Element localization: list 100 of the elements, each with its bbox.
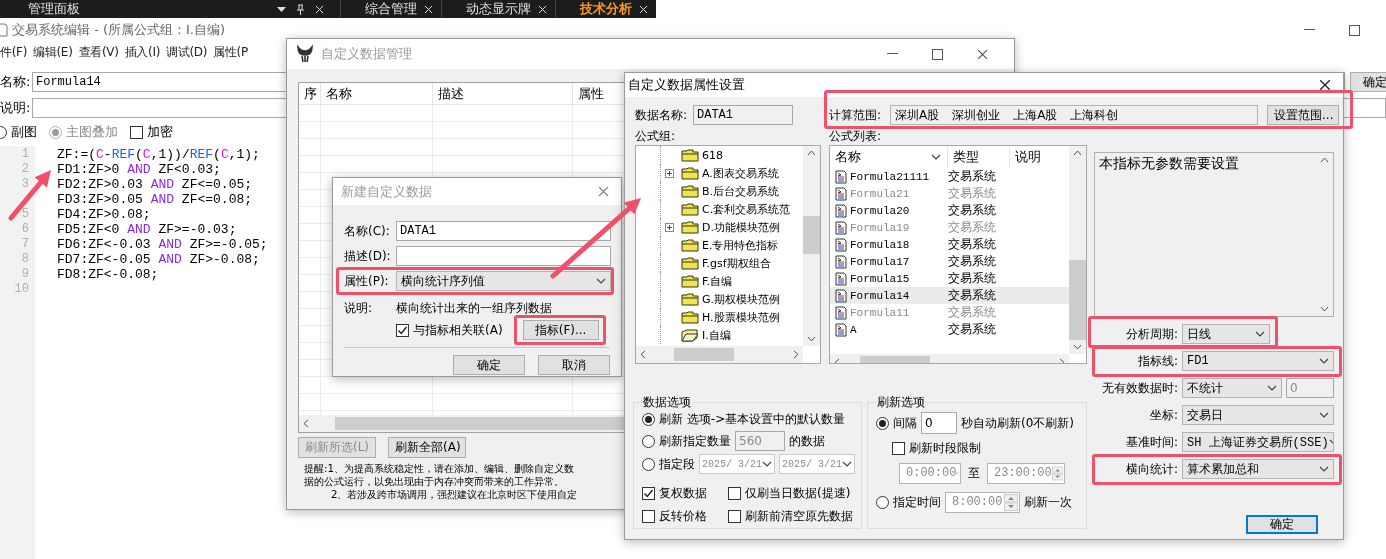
formula-row[interactable]: Formula21111 交易系统 <box>830 168 1069 185</box>
checkbox-label: 刷新时段限制 <box>909 439 981 457</box>
tree-item[interactable]: I.自编 <box>700 327 731 343</box>
tree-item[interactable]: G.期权模块范例 <box>700 291 781 307</box>
dropdown[interactable]: FD1 <box>1182 351 1334 371</box>
interval-field[interactable]: 0 <box>921 412 957 434</box>
dropdown[interactable]: 日线 <box>1182 324 1270 344</box>
scroll-down-icon[interactable] <box>1320 306 1329 312</box>
tab[interactable]: 综合管理 <box>340 0 441 18</box>
spin-buttons-icon[interactable] <box>1051 464 1063 482</box>
formula-row[interactable]: Formula18 交易系统 <box>830 236 1069 253</box>
tab[interactable]: 动态显示牌 <box>441 0 555 18</box>
tree-item[interactable]: C.套利交易系统范 <box>700 201 791 217</box>
dialog-button[interactable]: 取消 <box>538 355 610 375</box>
setting-label: 指标线: <box>1136 352 1178 370</box>
tree-item[interactable]: H.股票模块范例 <box>700 309 780 325</box>
menu-item[interactable]: 调试(D) <box>166 43 208 61</box>
dropdown[interactable]: 算术累加总和 <box>1182 459 1334 479</box>
column-header[interactable]: 描述 <box>433 83 573 104</box>
scroll-up-icon[interactable] <box>1073 150 1082 156</box>
tree-item[interactable]: 618 <box>700 148 723 162</box>
scroll-left-icon[interactable] <box>303 419 309 428</box>
text-field[interactable]: DATA1 <box>396 221 611 241</box>
radio-button[interactable] <box>642 457 655 471</box>
spin-buttons-icon[interactable] <box>1004 493 1018 511</box>
horizontal-scrollbar[interactable] <box>636 346 803 363</box>
formula-row[interactable]: Formula20 交易系统 <box>830 202 1069 219</box>
checkbox[interactable] <box>892 441 905 455</box>
expand-icon[interactable] <box>665 222 674 232</box>
scroll-down-icon[interactable] <box>1073 344 1082 350</box>
line-number: 6 <box>21 222 29 237</box>
dropdown[interactable]: 交易日 <box>1182 405 1334 425</box>
tree-item[interactable]: A.图表交易系统 <box>700 165 779 181</box>
scroll-left-icon[interactable] <box>640 350 646 359</box>
dropdown[interactable]: SH 上海证券交易所(SSE) <box>1182 432 1334 452</box>
formula-row[interactable]: A 交易系统 <box>830 321 1069 338</box>
formula-icon <box>834 237 848 252</box>
tree-item[interactable]: E.专用特色指标 <box>700 237 779 253</box>
refresh-button[interactable]: 刷新全部(A) <box>388 437 466 458</box>
scroll-thumb[interactable] <box>674 348 734 361</box>
field-label: 计算范围: <box>829 106 883 124</box>
tab[interactable]: 技术分析 <box>555 0 656 18</box>
close-icon[interactable] <box>1319 79 1331 91</box>
menu-item[interactable]: 插入(I) <box>124 43 160 61</box>
scroll-up-icon[interactable] <box>1320 157 1329 163</box>
data-name-field[interactable]: DATA1 <box>693 105 793 125</box>
checkbox[interactable] <box>728 510 741 523</box>
formula-row[interactable]: Formula15 交易系统 <box>830 270 1069 287</box>
menu-item[interactable]: 属性(P <box>213 43 248 61</box>
close-icon[interactable] <box>977 48 988 60</box>
time-field[interactable]: 0:00:00 <box>899 462 961 484</box>
checkbox[interactable] <box>130 125 143 139</box>
checkbox[interactable] <box>728 487 741 500</box>
tree-item[interactable]: D.功能模块范例 <box>700 219 780 235</box>
formula-icon <box>834 169 848 184</box>
radio-button[interactable] <box>642 413 655 426</box>
time-field[interactable]: 23:00:00 <box>987 462 1065 484</box>
dropdown[interactable]: 不统计 <box>1182 378 1282 398</box>
maximize-icon[interactable] <box>932 48 943 60</box>
maximize-icon[interactable] <box>1349 24 1360 36</box>
menu-item[interactable]: 编辑(E) <box>33 43 73 61</box>
scroll-thumb[interactable] <box>1069 260 1086 340</box>
indicator-button[interactable]: 指标(F)... <box>522 320 599 340</box>
radio-button[interactable] <box>876 416 889 430</box>
minimize-icon[interactable] <box>887 53 898 55</box>
vertical-scrollbar[interactable] <box>1069 146 1086 354</box>
radio-button[interactable] <box>642 434 655 448</box>
dropdown[interactable]: 横向统计序列值 <box>396 271 611 291</box>
tree-item[interactable]: F.自编 <box>700 273 733 289</box>
menu-item[interactable]: 件(F) <box>0 43 28 61</box>
scroll-down-icon[interactable] <box>807 336 816 342</box>
dropdown-arrow-icon[interactable] <box>276 6 286 12</box>
dialog-button[interactable]: 确定 <box>453 355 525 375</box>
ok-button[interactable]: 确定 <box>1246 515 1318 534</box>
ok-button[interactable]: 确定 <box>1350 72 1386 92</box>
set-scope-button[interactable]: 设置范围... <box>1267 105 1339 125</box>
pin-icon[interactable] <box>295 3 305 15</box>
column-header[interactable]: 名称 <box>830 146 948 168</box>
checkbox[interactable] <box>396 323 409 337</box>
tree-item[interactable]: B.后台交易系统 <box>700 183 780 199</box>
column-header[interactable]: 序 <box>299 83 321 104</box>
vertical-scrollbar[interactable] <box>803 146 820 346</box>
menu-item[interactable]: 查看(V) <box>78 43 119 61</box>
text-field[interactable] <box>396 246 611 266</box>
column-header[interactable]: 名称 <box>321 83 433 104</box>
column-header[interactable]: 类型 <box>948 146 1010 168</box>
scroll-up-icon[interactable] <box>807 150 816 156</box>
minimize-icon[interactable] <box>1304 29 1315 31</box>
checkbox[interactable] <box>642 510 655 523</box>
scroll-thumb[interactable] <box>803 216 820 254</box>
scroll-right-icon[interactable] <box>793 350 799 359</box>
formula-row[interactable]: Formula17 交易系统 <box>830 253 1069 270</box>
checkbox[interactable] <box>642 487 655 500</box>
dropdown[interactable]: 2025/ 3/21 <box>779 454 855 474</box>
radio-button[interactable] <box>876 495 889 509</box>
tree-item[interactable]: F.gsf期权组合 <box>700 255 771 271</box>
formula-row[interactable]: Formula14 交易系统 <box>830 287 1069 304</box>
time-field[interactable]: 8:00:00 <box>945 491 1020 513</box>
expand-icon[interactable] <box>665 168 674 178</box>
dropdown[interactable]: 2025/ 3/21 <box>699 454 775 474</box>
